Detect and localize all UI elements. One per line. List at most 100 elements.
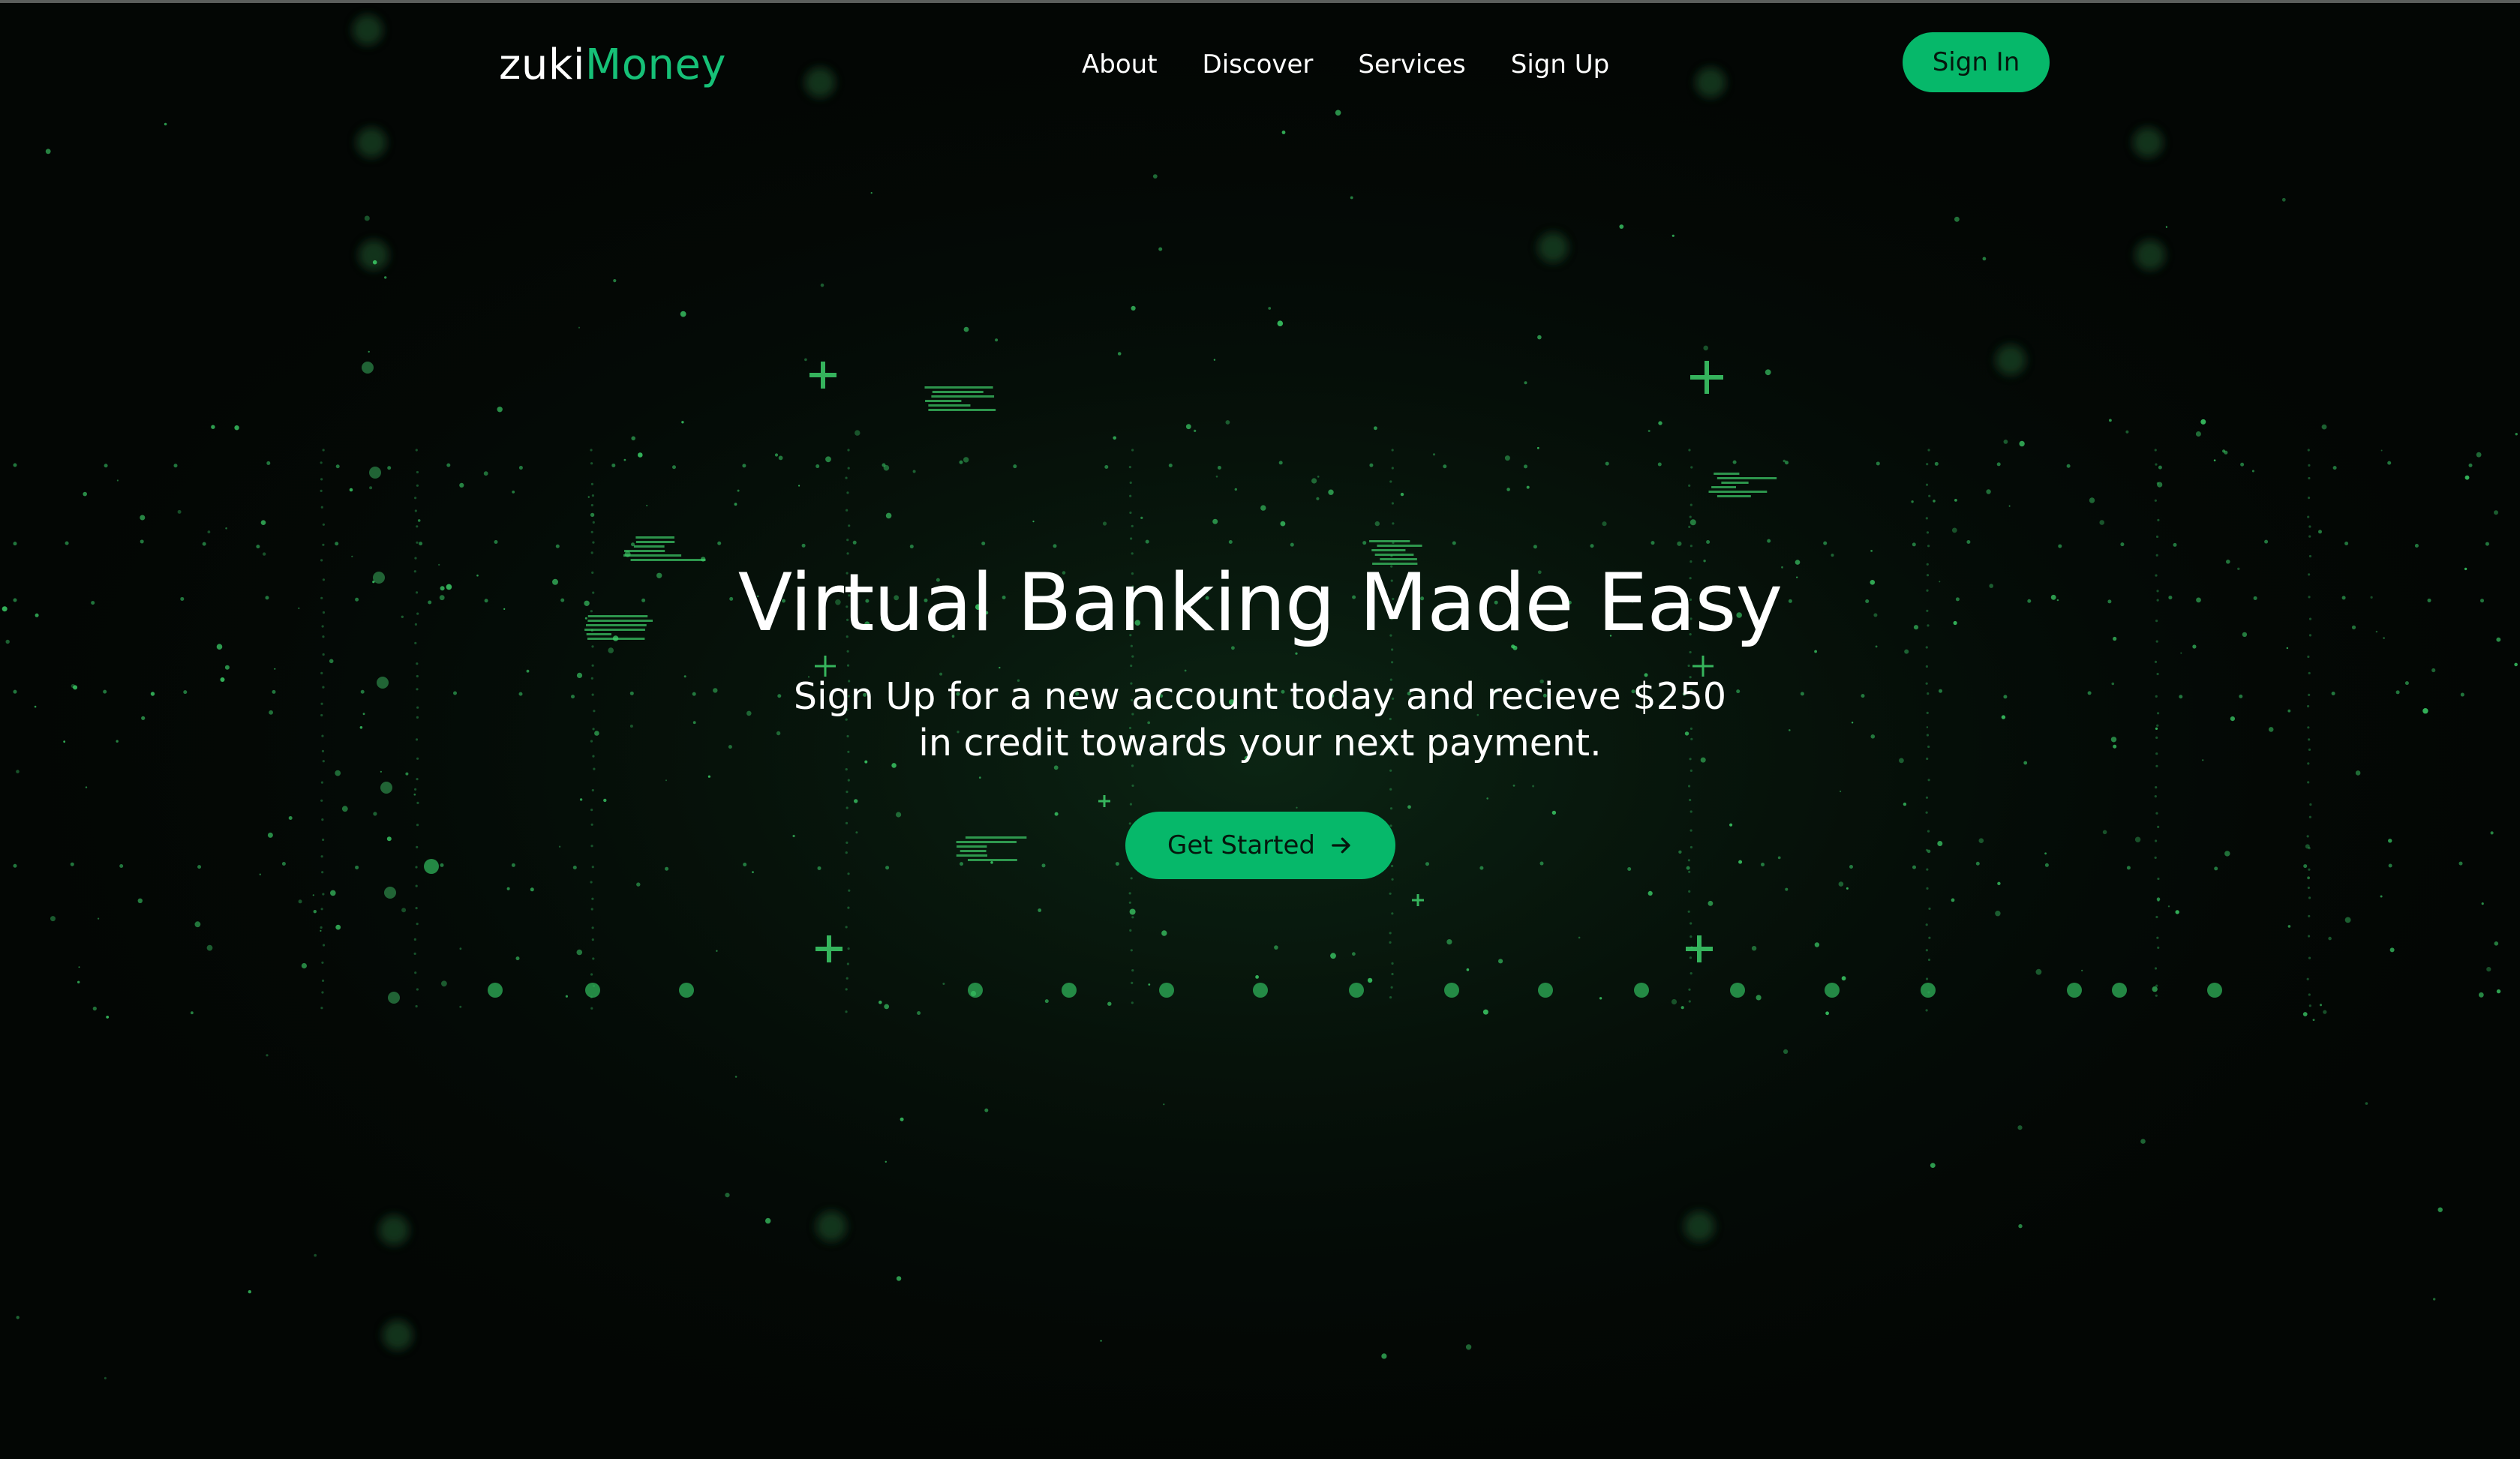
particle-dot	[1602, 521, 1607, 527]
particle-dot	[1328, 489, 1334, 495]
particle-dot	[820, 284, 824, 287]
particle-dot	[1928, 907, 1931, 910]
particle-dot	[1650, 541, 1655, 545]
particle-dot	[592, 541, 595, 544]
get-started-label: Get Started	[1167, 830, 1315, 860]
particle-dot	[1688, 484, 1691, 488]
particle-dot	[909, 545, 914, 549]
particle-dot	[885, 512, 892, 519]
particle-dot	[896, 1276, 902, 1281]
particle-dot	[78, 966, 80, 968]
particle-dot	[1951, 898, 1955, 902]
particle-dot	[847, 467, 850, 470]
particle-dot	[2486, 967, 2491, 972]
particle-dot	[1362, 541, 1367, 545]
nav-link-signup[interactable]: Sign Up	[1511, 47, 1609, 83]
particle-dot	[1708, 900, 1714, 906]
particle-dot	[1925, 517, 1928, 520]
particle-dot	[1825, 983, 1840, 998]
code-dash	[1377, 545, 1422, 547]
nav-links: About Discover Services Sign Up	[1082, 47, 1609, 83]
particle-dot	[816, 1211, 846, 1241]
particle-dot	[1038, 908, 1042, 912]
particle-dot	[1349, 983, 1364, 998]
particle-dot	[1688, 1000, 1691, 1003]
particle-dot	[225, 527, 227, 530]
particle-dot	[1927, 991, 1930, 994]
particle-dot	[1102, 521, 1107, 526]
particle-dot	[1996, 345, 2026, 375]
particle-dot	[1391, 449, 1394, 452]
particle-dot	[414, 497, 417, 500]
particle-dot	[1281, 131, 1286, 134]
logo[interactable]: zukiMoney	[499, 39, 726, 92]
particle-dot	[488, 983, 503, 998]
particle-dot	[846, 962, 849, 965]
particle-dot	[191, 1011, 194, 1015]
particle-dot	[590, 995, 593, 998]
particle-dot	[742, 464, 746, 468]
particle-dot	[1128, 901, 1131, 904]
particle-dot	[1217, 466, 1221, 470]
particle-dot	[1131, 969, 1134, 972]
particle-dot	[592, 957, 595, 960]
particle-dot	[2058, 544, 2062, 548]
particle-dot	[116, 479, 119, 482]
particle-dot	[565, 995, 569, 998]
particle-dot	[2312, 1019, 2315, 1021]
particle-dot	[2019, 440, 2025, 447]
particle-dot	[1316, 497, 1320, 500]
particle-dot	[846, 491, 849, 494]
particle-dot	[207, 530, 211, 533]
particle-dot	[1677, 541, 1682, 546]
particle-dot	[1537, 335, 1542, 340]
particle-dot	[368, 350, 370, 353]
particle-dot	[2307, 886, 2310, 890]
particle-dot	[335, 924, 341, 930]
particle-dot	[576, 949, 583, 956]
particle-dot	[1954, 216, 1960, 222]
particle-dot	[2154, 449, 2157, 452]
navbar: zukiMoney About Discover Services Sign U…	[0, 3, 2520, 123]
particle-dot	[1130, 949, 1133, 952]
particle-dot	[104, 1376, 107, 1379]
particle-dot	[2154, 967, 2158, 970]
particle-dot	[884, 1004, 890, 1010]
particle-dot	[2468, 463, 2473, 467]
sign-in-button[interactable]: Sign In	[1903, 32, 2050, 92]
particle-dot	[2099, 520, 2104, 525]
particle-dot	[1688, 449, 1691, 452]
particle-dot	[1690, 972, 1693, 975]
particle-dot	[680, 311, 686, 317]
nav-link-services[interactable]: Services	[1358, 47, 1465, 83]
particle-dot	[1690, 922, 1693, 925]
particle-dot	[356, 128, 386, 158]
particle-dot	[590, 973, 593, 976]
particle-dot	[1927, 958, 1931, 962]
particle-dot	[1130, 537, 1133, 540]
particle-dot	[1277, 320, 1284, 327]
particle-dot	[417, 519, 421, 522]
particle-dot	[2175, 910, 2179, 914]
particle-dot	[301, 962, 307, 969]
particle-dot	[194, 921, 201, 928]
particle-dot	[1928, 936, 1931, 939]
nav-link-discover[interactable]: Discover	[1203, 47, 1314, 83]
particle-dot	[1013, 464, 1017, 469]
particle-dot	[716, 950, 718, 952]
particle-dot	[592, 984, 596, 987]
particle-dot	[1730, 983, 1745, 998]
particle-dot	[104, 464, 108, 468]
particle-dot	[900, 1117, 904, 1121]
particle-dot	[1925, 977, 1929, 980]
particle-dot	[384, 276, 387, 279]
particle-dot	[1381, 1353, 1387, 1359]
particle-dot	[1504, 455, 1510, 461]
particle-dot	[1524, 464, 1527, 469]
particle-dot	[1688, 988, 1691, 991]
particle-dot	[1446, 939, 1452, 945]
particle-dot	[801, 543, 806, 548]
particle-dot	[413, 938, 416, 941]
nav-link-about[interactable]: About	[1082, 47, 1158, 83]
get-started-button[interactable]: Get Started	[1125, 812, 1395, 879]
